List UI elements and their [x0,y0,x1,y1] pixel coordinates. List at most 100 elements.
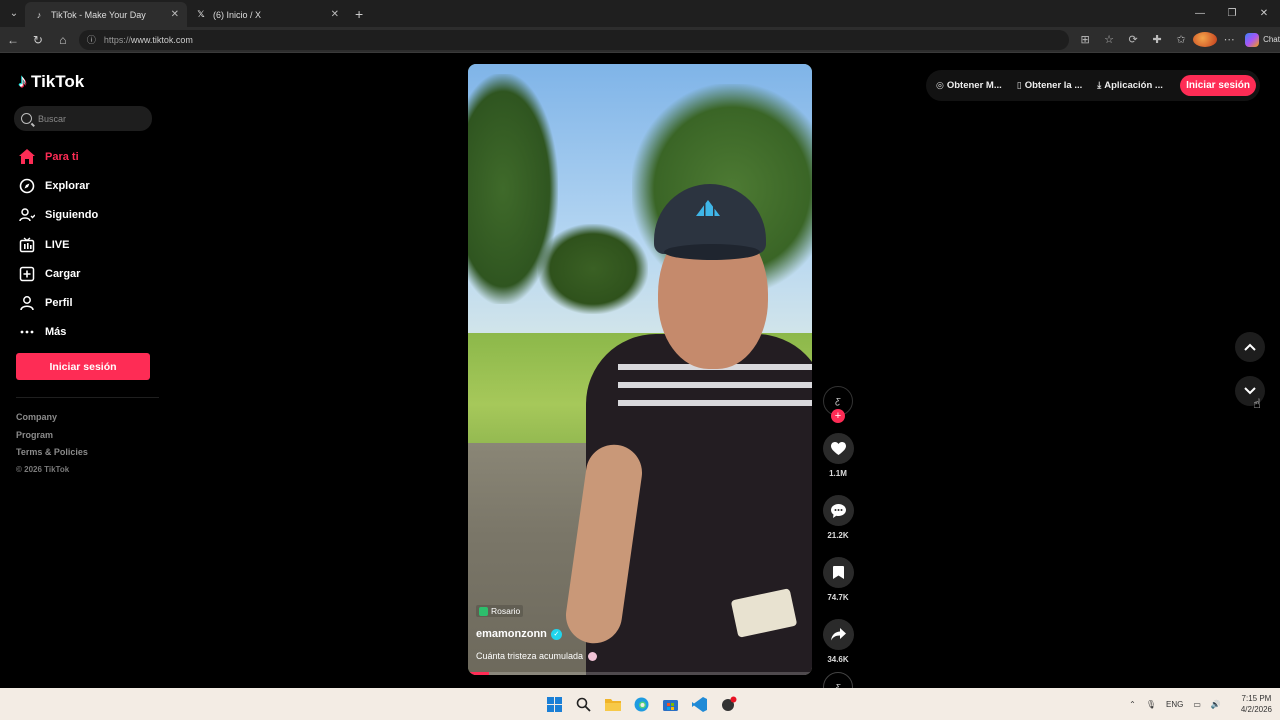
clock[interactable]: 7:15 PM 4/2/2026 [1231,693,1272,715]
share-arrow-icon[interactable] [822,619,854,650]
restore-icon[interactable]: ❐ [1216,0,1248,27]
sidebar-nav: Para ti Explorar Siguiendo LIVE Cargar P… [18,142,98,347]
person-icon [18,294,36,312]
video-progress-bar[interactable] [468,672,812,675]
address-bar[interactable]: ⓘ https://www.tiktok.com [78,29,1070,50]
location-pin-icon [479,606,488,616]
language-indicator[interactable]: ENG [1166,700,1183,709]
desktop-app-label: Aplicación ... [1104,80,1163,91]
brand-name: TikTok [31,71,85,91]
nav-label: LIVE [45,238,70,251]
chevron-up-icon [1244,343,1256,351]
close-window-icon[interactable]: ✕ [1248,0,1280,27]
footer-link-terms[interactable]: Terms & Policies [16,443,88,461]
tray-overflow-chevron-icon[interactable]: ⌃ [1129,700,1136,709]
nav-label: Más [45,326,67,339]
more-dots-icon [18,323,36,341]
network-icon[interactable]: ▭ [1193,700,1201,709]
compass-icon [18,177,36,195]
close-tab-icon[interactable]: ✕ [331,9,339,20]
os-taskbar: ⌃ 🎙 ENG ▭ 🔊 7:15 PM 4/2/2026 [0,688,1280,720]
mouse-pointer-icon: ☝ [1253,396,1261,411]
upload-plus-icon [18,265,36,283]
sidebar-item-para-ti[interactable]: Para ti [18,142,98,171]
footer-link-company[interactable]: Company [16,408,88,426]
minimize-icon[interactable]: — [1184,0,1216,27]
microphone-icon[interactable]: 🎙 [1146,700,1156,709]
close-tab-icon[interactable]: ✕ [171,9,179,20]
tab-title: (6) Inicio / X [213,9,262,20]
sidebar-item-live[interactable]: LIVE [18,230,98,259]
video-player[interactable]: Rosario emamonzonn ✓ Cuánta tristeza acu… [468,64,812,675]
share-action: 34.6K [822,619,854,664]
footer-link-program[interactable]: Program [16,426,88,444]
location-tag[interactable]: Rosario [476,605,524,617]
bookmark-icon[interactable] [822,557,854,588]
vscode-icon[interactable] [685,688,714,720]
profile-avatar[interactable] [1193,32,1218,47]
copilot-chat-button[interactable]: Chat [1245,32,1280,47]
desktop-app-link[interactable]: ⤓ Aplicación ... [1097,80,1163,91]
sidebar-item-cargar[interactable]: Cargar [18,259,98,288]
search-placeholder: Buscar [38,113,67,124]
windows-start-icon[interactable] [540,688,569,720]
tab-x[interactable]: 𝕏 (6) Inicio / X ✕ [187,2,347,27]
tab-actions-chevron-icon[interactable]: ⌄ [3,3,25,25]
favorites-icon[interactable]: ✩ [1169,33,1193,46]
comment-count: 21.2K [827,531,849,540]
extension-icon[interactable]: ⟳ [1121,33,1145,46]
home-icon[interactable]: ⌂ [51,30,75,50]
get-app-link[interactable]: ▯ Obtener la ... [1017,80,1083,91]
live-tv-icon [18,236,36,254]
new-tab-icon[interactable]: + [355,6,363,22]
volume-icon[interactable]: 🔊 [1211,700,1221,709]
favorite-star-icon[interactable]: ☆ [1097,33,1121,46]
search-input[interactable]: Buscar [14,106,152,131]
edge-browser-icon[interactable] [627,688,656,720]
home-icon [18,148,36,166]
phone-icon: ▯ [1016,80,1022,90]
person-follow-icon [18,206,36,224]
sidebar-item-siguiendo[interactable]: Siguiendo [18,201,98,230]
sidebar-footer: Company Program Terms & Policies © 2026 … [16,408,88,479]
extensions-puzzle-icon[interactable]: ✚ [1145,33,1169,46]
video-progress-fill [468,672,489,675]
chat-label: Chat [1263,35,1280,44]
get-coins-link[interactable]: ◎ Obtener M... [936,80,1002,91]
tab-title: TikTok - Make Your Day [51,9,146,20]
creator-avatar[interactable]: Ƹ + [823,386,853,423]
x-icon: 𝕏 [197,9,205,19]
tiktok-icon: ♪ [36,9,42,20]
copilot-icon [1245,32,1260,47]
sidebar-item-perfil[interactable]: Perfil [18,288,98,317]
tab-tiktok[interactable]: ♪ TikTok - Make Your Day ✕ [25,2,187,27]
tiktok-logo[interactable]: ♪ TikTok [18,71,84,92]
refresh-icon[interactable]: ↻ [26,30,50,50]
header-login-button[interactable]: Iniciar sesión [1180,75,1256,96]
video-author[interactable]: emamonzonn ✓ [476,628,562,640]
sidebar-item-explorar[interactable]: Explorar [18,171,98,200]
back-icon[interactable]: ← [1,30,25,50]
more-menu-icon[interactable]: ⋯ [1217,33,1241,46]
sidebar-item-mas[interactable]: Más [18,318,98,347]
site-info-icon[interactable]: ⓘ [87,33,96,46]
like-count: 1.1M [829,469,847,478]
shirt-stripe [618,400,812,406]
nav-label: Para ti [45,150,79,163]
toolbar-icons: ⊞ ☆ ⟳ ✚ ✩ ⋯ [1073,32,1241,47]
coin-icon: ◎ [936,80,944,90]
follow-plus-icon[interactable]: + [831,409,845,423]
microsoft-store-icon[interactable] [656,688,685,720]
taskbar-search-icon[interactable] [569,688,598,720]
sidebar-login-button[interactable]: Iniciar sesión [16,353,150,380]
recording-app-icon[interactable] [714,688,743,720]
app-available-icon[interactable]: ⊞ [1073,33,1097,46]
save-count: 74.7K [827,593,849,602]
previous-video-button[interactable] [1235,332,1265,362]
caption-text: Cuánta tristeza acumulada [476,651,584,661]
comment-icon[interactable] [822,495,854,526]
nav-label: Perfil [45,297,73,310]
file-explorer-icon[interactable] [598,688,627,720]
heart-icon[interactable] [822,433,854,464]
like-action: 1.1M [822,433,854,478]
